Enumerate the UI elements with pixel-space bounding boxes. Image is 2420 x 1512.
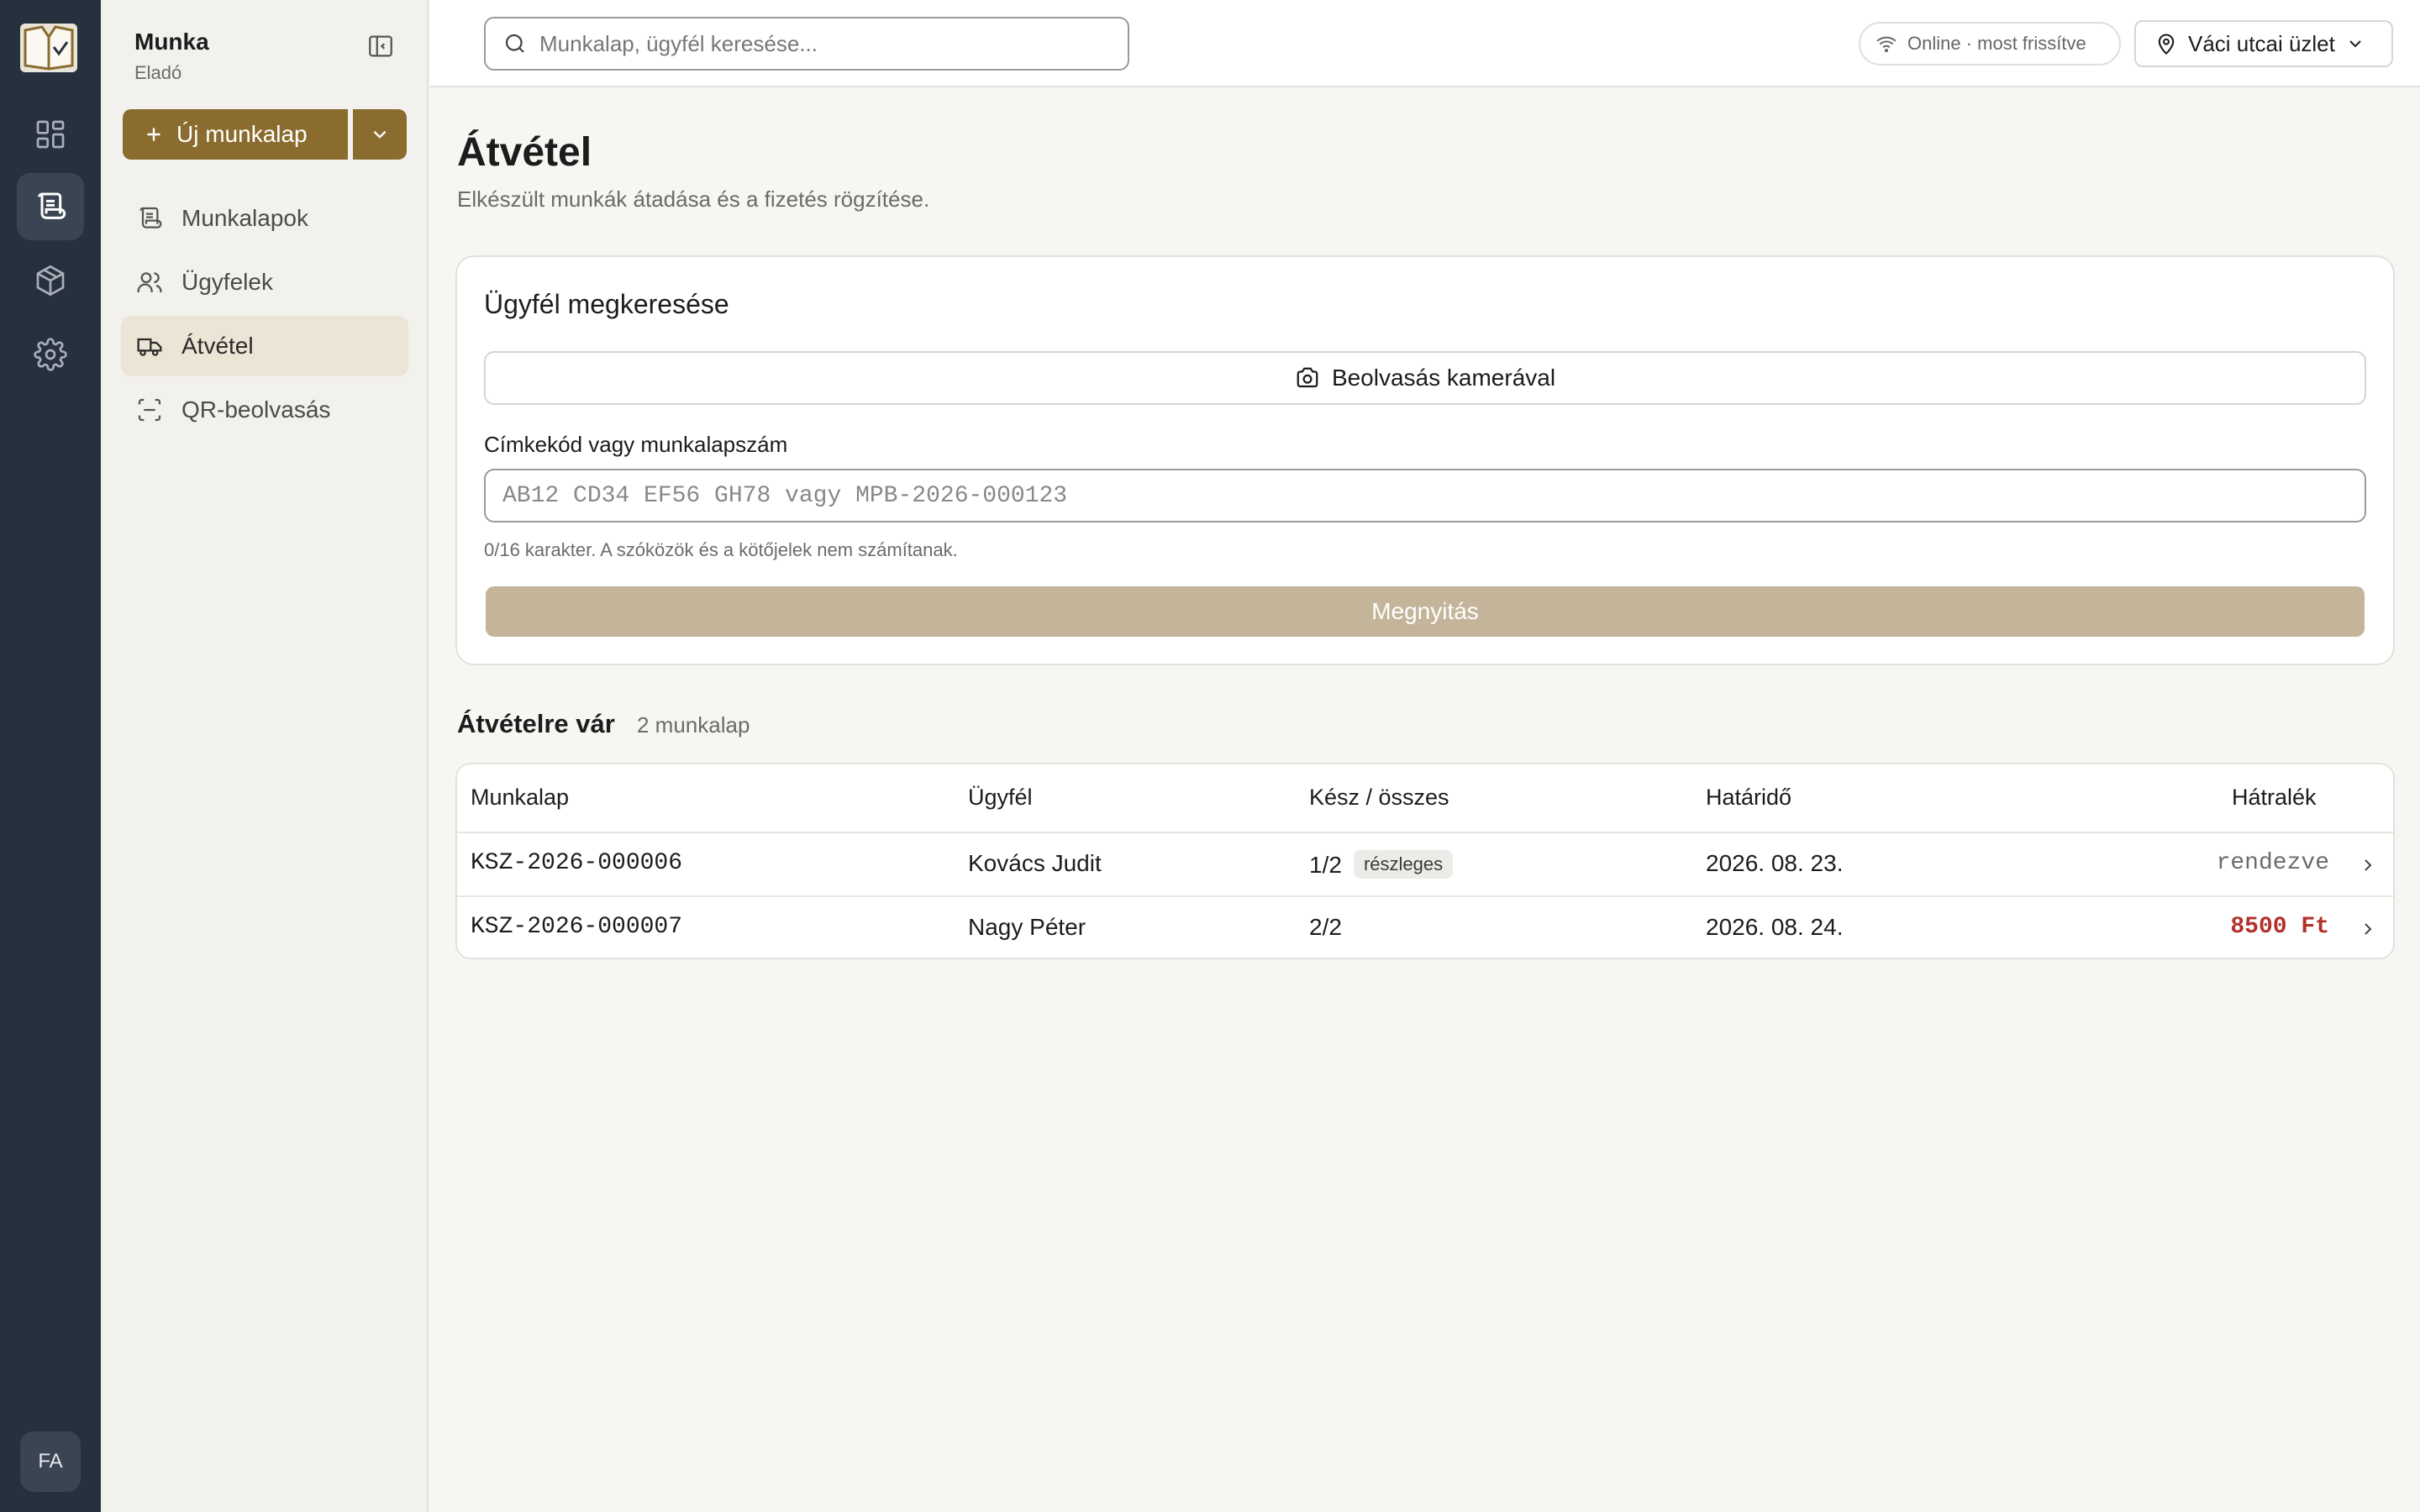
truck-icon xyxy=(137,338,162,356)
sidebar-item-qr-scan[interactable]: QR-beolvasás xyxy=(121,380,408,440)
top-bar: Online · most frissítve Váci utcai üzlet xyxy=(430,0,2420,87)
connection-status: Online · most frissítve xyxy=(1859,22,2121,66)
progress-value: 2/2 xyxy=(1309,914,1342,940)
app-logo[interactable] xyxy=(17,18,81,77)
chevron-down-icon xyxy=(2349,40,2361,48)
rail-products-button[interactable] xyxy=(17,247,84,314)
status-badge: részleges xyxy=(1353,850,1454,879)
due-date: 2026. 08. 24. xyxy=(1706,914,1844,940)
sidebar-item-label: Munkalapok xyxy=(182,205,308,231)
rail-worksheets-button[interactable] xyxy=(17,173,84,240)
pending-table: Munkalap Ügyfél Kész / összes Határidő H… xyxy=(455,763,2395,959)
balance: rendezve xyxy=(2216,850,2329,876)
code-input[interactable] xyxy=(484,469,2366,522)
collapse-sidebar-button[interactable] xyxy=(366,32,395,60)
worksheet-id: KSZ-2026-000006 xyxy=(471,850,683,876)
customer-lookup-card: Ügyfél megkeresése Beolvasás kamerával C… xyxy=(455,255,2395,665)
column-header-due[interactable]: Határidő xyxy=(1706,785,1791,811)
progress-value: 1/2 xyxy=(1309,852,1342,878)
rail-dashboard-button[interactable] xyxy=(17,101,84,168)
column-header-customer[interactable]: Ügyfél xyxy=(968,785,1033,811)
new-worksheet-button[interactable]: Új munkalap xyxy=(123,109,348,160)
due-date: 2026. 08. 23. xyxy=(1706,850,1844,876)
search-input[interactable] xyxy=(539,30,1111,57)
search-icon xyxy=(505,34,524,53)
plus-icon xyxy=(147,128,160,141)
workspace-title: Munka xyxy=(134,29,209,55)
worksheet-icon xyxy=(38,192,66,219)
store-select-value: Váci utcai üzlet xyxy=(2188,30,2335,56)
gear-icon xyxy=(34,338,67,371)
new-worksheet-menu-button[interactable] xyxy=(353,109,407,160)
sidebar-item-label: Ügyfelek xyxy=(182,269,273,295)
camera-scan-label: Beolvasás kamerával xyxy=(1331,365,1556,391)
table-row[interactable]: KSZ-2026-000006 Kovács Judit 1/2 részlege… xyxy=(457,832,2393,895)
chevron-down-icon xyxy=(373,130,387,139)
balance-due: 8500 Ft xyxy=(2230,914,2329,940)
camera-scan-button[interactable]: Beolvasás kamerával xyxy=(484,351,2366,405)
rail-settings-button[interactable] xyxy=(17,321,84,388)
sidebar-item-label: QR-beolvasás xyxy=(182,396,331,423)
page-subtitle: Elkészült munkák átadása és a fizetés rö… xyxy=(457,186,930,212)
wifi-icon xyxy=(1876,36,1897,53)
chevron-right-icon xyxy=(2365,923,2372,935)
worksheet-icon xyxy=(139,207,162,228)
column-header-progress[interactable]: Kész / összes xyxy=(1309,785,1449,811)
package-icon xyxy=(36,265,65,297)
search-box[interactable] xyxy=(484,17,1129,71)
sidebar-item-worksheets[interactable]: Munkalapok xyxy=(121,188,408,249)
page-title: Átvétel xyxy=(457,130,592,175)
column-header-balance[interactable]: Hátralék xyxy=(2232,785,2317,811)
pending-count: 2 munkalap xyxy=(637,712,750,738)
users-icon xyxy=(137,272,162,292)
card-title: Ügyfél megkeresése xyxy=(484,289,729,319)
sidebar-item-label: Átvétel xyxy=(182,333,254,359)
customer-name: Kovács Judit xyxy=(968,850,1102,876)
sidebar-collapse-icon xyxy=(369,35,392,57)
worksheet-id: KSZ-2026-000007 xyxy=(471,914,683,940)
app-rail: FA xyxy=(0,0,101,1512)
user-avatar[interactable]: FA xyxy=(20,1431,81,1492)
chevron-right-icon xyxy=(2365,859,2372,871)
user-role: Eladó xyxy=(134,62,182,83)
sidebar: Munka Eladó Új munkalap Munkalapok Ügyfe… xyxy=(101,0,429,1512)
map-pin-icon xyxy=(2158,34,2175,55)
customer-name: Nagy Péter xyxy=(968,914,1086,940)
dashboard-icon xyxy=(36,120,65,149)
scan-icon xyxy=(138,398,161,422)
code-field-hint: 0/16 karakter. A szóközök és a kötőjelek… xyxy=(484,539,958,560)
connection-status-text: Online · most frissítve xyxy=(1907,33,2086,54)
progress-cell: 1/2 részleges xyxy=(1309,850,1454,879)
column-header-worksheet[interactable]: Munkalap xyxy=(471,785,569,811)
camera-icon xyxy=(1297,367,1318,388)
sidebar-item-customers[interactable]: Ügyfelek xyxy=(121,252,408,312)
open-button[interactable]: Megnyitás xyxy=(486,586,2365,637)
sidebar-item-pickup[interactable]: Átvétel xyxy=(121,316,408,376)
store-select[interactable]: Váci utcai üzlet xyxy=(2134,20,2393,67)
code-field-label: Címkekód vagy munkalapszám xyxy=(484,432,788,457)
pending-section-title: Átvételre vár xyxy=(457,709,615,738)
table-row[interactable]: KSZ-2026-000007 Nagy Péter 2/2 2026. 08.… xyxy=(457,895,2393,958)
new-worksheet-label: Új munkalap xyxy=(176,121,308,147)
